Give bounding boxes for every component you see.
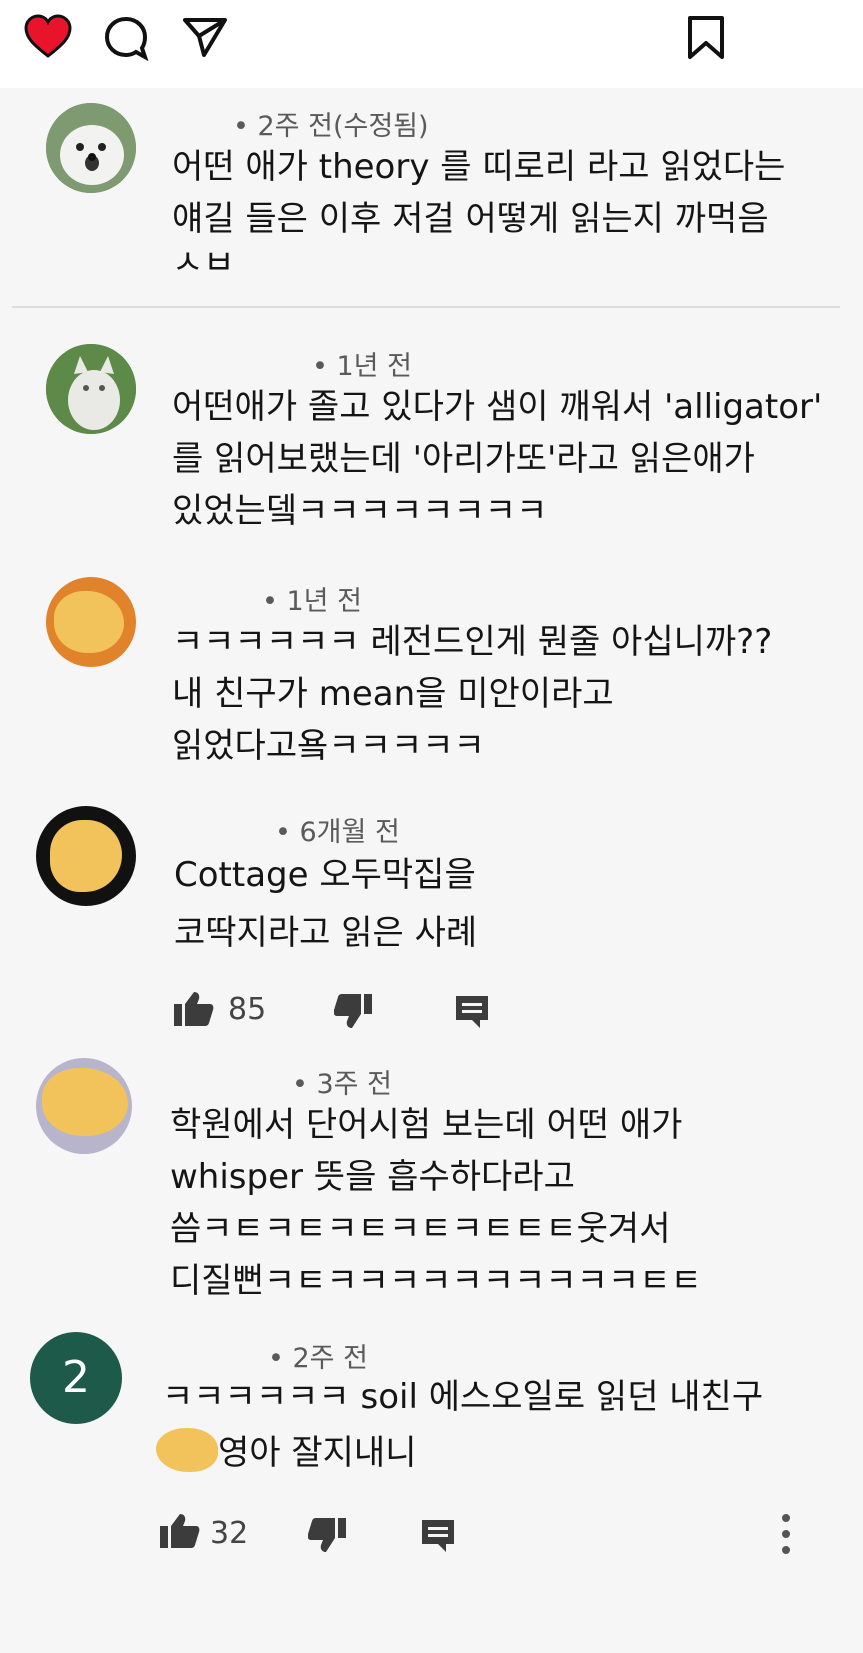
comment-text-line: 어떤애가 졸고 있다가 샘이 깨워서 'alligator'	[172, 387, 823, 427]
comment-actions: 32	[0, 1504, 863, 1564]
bookmark-icon[interactable]	[686, 15, 726, 61]
reply-icon[interactable]	[420, 1518, 456, 1554]
comment-item: • 3주 전 학원에서 단어시험 보는데 어떤 애가 whisper 뜻을 흡수…	[0, 1058, 863, 1308]
like-count: 85	[228, 992, 267, 1027]
avatar[interactable]: 2	[30, 1332, 122, 1424]
avatar[interactable]	[46, 344, 136, 434]
share-icon[interactable]	[182, 16, 228, 58]
comment-text-line: 읽었다고욬ㅋㅋㅋㅋㅋ	[172, 726, 485, 766]
reply-icon[interactable]	[454, 994, 490, 1030]
comment-text-line: ㅅㅂ	[172, 243, 235, 276]
heart-icon[interactable]	[24, 14, 72, 58]
avatar[interactable]	[46, 103, 136, 193]
comment-item: • 6개월 전 Cottage 오두막집을 코딱지라고 읽은 사례 85	[0, 806, 863, 1046]
dislike-icon[interactable]	[308, 1518, 346, 1554]
comment-timestamp: • 1년 전	[262, 586, 362, 617]
comment-text-line: 를 읽어보랬는데 '아리가또'라고 읽은애가	[172, 439, 755, 479]
comment-text-line: 학원에서 단어시험 보는데 어떤 애가	[170, 1105, 683, 1145]
divider	[12, 306, 840, 308]
comment-text-line: 내 친구가 mean을 미안이라고	[172, 674, 614, 714]
comment-text-line: Cottage 오두막집을	[174, 855, 476, 895]
comment-icon[interactable]	[103, 15, 149, 61]
avatar[interactable]	[36, 806, 136, 906]
comment-timestamp: • 1년 전	[312, 351, 412, 382]
comment-text-line: ㅋㅋㅋㅋㅋㅋ soil 에스오일로 읽던 내친구	[162, 1377, 764, 1417]
comment-text-line: 얘길 들은 이후 저걸 어떻게 읽는지 까먹음	[172, 199, 769, 239]
dog-avatar-image	[46, 103, 136, 193]
comment-text-line: 디질뻔ㅋㅌㅋㅋㅋㅋㅋㅋㅋㅋㅋㅋㅌㅌ	[170, 1261, 702, 1301]
comment-text-line: 씀ㅋㅌㅋㅌㅋㅌㅋㅌㅋㅌㅌㅌ웃겨서	[170, 1209, 671, 1249]
avatar[interactable]	[46, 577, 136, 667]
comments-section: • 2주 전(수정됨) 어떤 애가 theory 를 띠로리 라고 읽었다는 얘…	[0, 88, 863, 1653]
like-icon[interactable]	[174, 990, 214, 1028]
comment-item: • 2주 전(수정됨) 어떤 애가 theory 를 띠로리 라고 읽었다는 얘…	[0, 88, 863, 318]
comment-actions: 85	[0, 982, 863, 1042]
blurred-overlay	[156, 1428, 218, 1472]
comment-text-line: 어떤 애가 theory 를 띠로리 라고 읽었다는	[172, 147, 786, 187]
blurred-overlay	[42, 1068, 128, 1136]
cat-avatar-image	[46, 344, 136, 434]
blurred-overlay	[50, 820, 122, 892]
comment-timestamp: • 2주 전(수정됨)	[233, 111, 429, 142]
comment-timestamp: • 3주 전	[292, 1069, 392, 1100]
avatar-letter: 2	[62, 1352, 90, 1403]
comment-text-line: whisper 뜻을 흡수하다라고	[170, 1157, 575, 1197]
like-icon[interactable]	[160, 1512, 200, 1550]
avatar[interactable]	[36, 1058, 132, 1154]
comment-timestamp: • 6개월 전	[275, 817, 400, 848]
like-count: 32	[210, 1516, 249, 1551]
more-options-icon[interactable]	[780, 1512, 792, 1556]
comment-text-line: 있었는뎈ㅋㅋㅋㅋㅋㅋㅋㅋ	[172, 491, 548, 531]
comment-item: • 1년 전 어떤애가 졸고 있다가 샘이 깨워서 'alligator' 를 …	[0, 338, 863, 558]
comment-item: • 1년 전 ㅋㅋㅋㅋㅋㅋ 레전드인게 뭔줄 아십니까?? 내 친구가 mean…	[0, 573, 863, 803]
comment-text-line: ㅋㅋㅋㅋㅋㅋ 레전드인게 뭔줄 아십니까??	[172, 622, 773, 662]
post-action-bar	[0, 0, 863, 88]
comment-text-line: 영아 잘지내니	[218, 1433, 417, 1473]
comment-text-line: 코딱지라고 읽은 사례	[174, 913, 478, 953]
dislike-icon[interactable]	[334, 994, 372, 1030]
blurred-overlay	[54, 591, 124, 653]
comment-item: 2 • 2주 전 ㅋㅋㅋㅋㅋㅋ soil 에스오일로 읽던 내친구 영아 잘지내…	[0, 1330, 863, 1650]
